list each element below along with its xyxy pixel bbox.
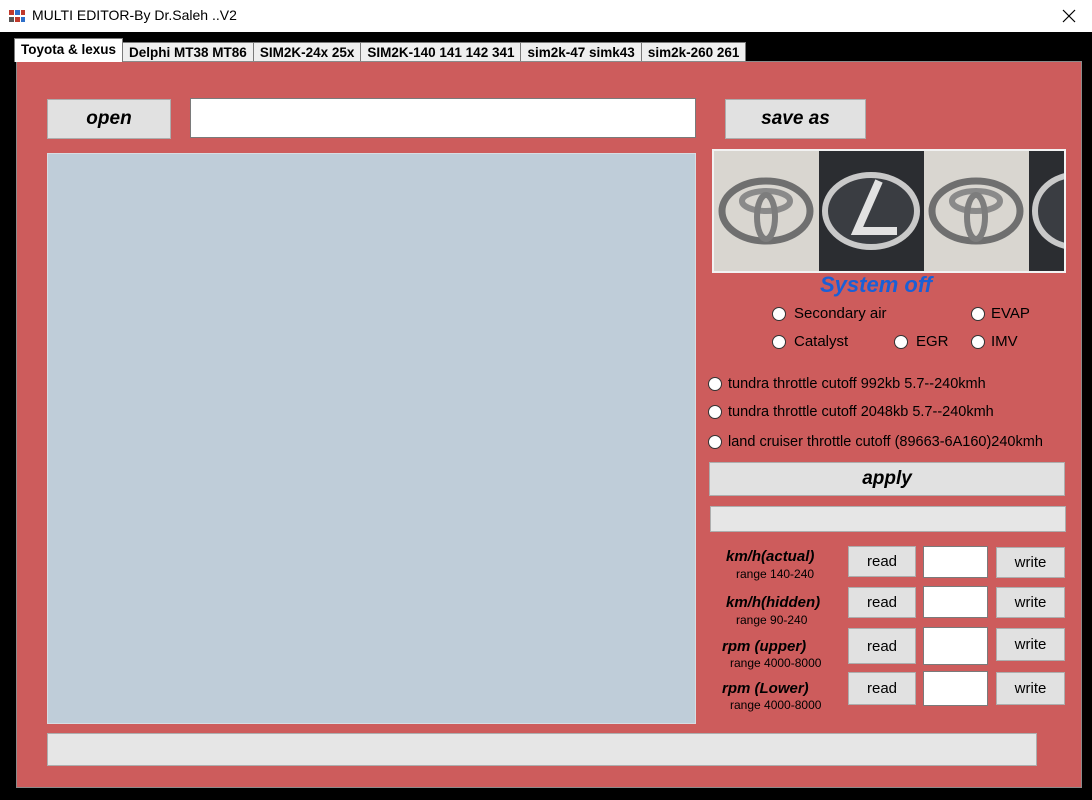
radio-label: land cruiser throttle cutoff (89663-6A16…: [728, 434, 1043, 450]
write-kmh-actual-button[interactable]: write: [996, 547, 1065, 578]
app-icon: [9, 10, 25, 22]
param-range-kmh-actual: range 140-240: [736, 567, 815, 581]
param-label-rpm-upper: rpm (upper): [722, 638, 807, 655]
lexus-logo-icon: [819, 151, 924, 271]
write-rpm-upper-button[interactable]: write: [996, 628, 1065, 661]
toyota-logo-icon: [714, 151, 819, 271]
read-rpm-lower-button[interactable]: read: [848, 672, 916, 705]
radio-egr[interactable]: EGR: [894, 333, 949, 350]
radio-label: Catalyst: [794, 333, 849, 350]
kmh-actual-input[interactable]: [923, 546, 988, 578]
progress-bar: [710, 506, 1066, 532]
close-button[interactable]: [1046, 0, 1092, 32]
radio-tundra-992kb[interactable]: tundra throttle cutoff 992kb 5.7--240kmh: [708, 376, 986, 392]
tab-strip: Toyota & lexus Delphi MT38 MT86 SIM2K-24…: [14, 38, 747, 62]
param-range-rpm-lower: range 4000-8000: [730, 698, 822, 712]
bottom-status-bar: [47, 733, 1037, 766]
tab-sim2k-140[interactable]: SIM2K-140 141 142 341: [360, 42, 522, 62]
apply-button[interactable]: apply: [709, 462, 1065, 496]
tab-toyota-lexus[interactable]: Toyota & lexus: [14, 38, 124, 62]
radio-label: EGR: [916, 333, 949, 350]
close-icon: [1062, 9, 1076, 23]
radio-catalyst[interactable]: Catalyst: [772, 333, 848, 350]
radio-circle[interactable]: [772, 306, 786, 321]
brand-logo-strip: [712, 149, 1066, 273]
radio-circle[interactable]: [894, 334, 908, 349]
open-button[interactable]: open: [47, 99, 171, 139]
param-range-kmh-hidden: range 90-240: [736, 613, 808, 627]
file-path-input[interactable]: [190, 98, 696, 138]
radio-circle[interactable]: [708, 377, 722, 391]
rpm-lower-input[interactable]: [923, 671, 988, 706]
radio-circle[interactable]: [971, 334, 985, 349]
radio-circle[interactable]: [708, 435, 722, 449]
radio-label: EVAP: [991, 305, 1030, 322]
radio-label: Secondary air: [794, 305, 887, 322]
toyota-logo-icon-2: [924, 151, 1029, 271]
radio-label: tundra throttle cutoff 2048kb 5.7--240km…: [728, 404, 994, 420]
read-kmh-actual-button[interactable]: read: [848, 546, 916, 577]
read-rpm-upper-button[interactable]: read: [848, 628, 916, 664]
kmh-hidden-input[interactable]: [923, 586, 988, 618]
param-label-kmh-hidden: km/h(hidden): [726, 594, 821, 611]
param-label-kmh-actual: km/h(actual): [726, 548, 815, 565]
tab-delphi[interactable]: Delphi MT38 MT86: [122, 42, 254, 62]
lexus-logo-icon-2: [1029, 151, 1064, 271]
rpm-upper-input[interactable]: [923, 627, 988, 665]
radio-label: tundra throttle cutoff 992kb 5.7--240kmh: [728, 376, 986, 392]
radio-circle[interactable]: [708, 405, 722, 419]
radio-circle[interactable]: [971, 306, 985, 321]
radio-imv[interactable]: IMV: [971, 333, 1018, 350]
radio-label: IMV: [991, 333, 1018, 350]
radio-tundra-2048kb[interactable]: tundra throttle cutoff 2048kb 5.7--240km…: [708, 404, 994, 420]
tab-sim2k-24x[interactable]: SIM2K-24x 25x: [252, 42, 362, 62]
radio-secondary-air[interactable]: Secondary air: [772, 305, 887, 322]
tab-sim2k-47[interactable]: sim2k-47 simk43: [520, 42, 642, 62]
editor-area[interactable]: [47, 153, 696, 724]
system-status-text: System off: [820, 272, 933, 297]
write-rpm-lower-button[interactable]: write: [996, 672, 1065, 705]
tab-sim2k-260[interactable]: sim2k-260 261: [640, 42, 747, 62]
title-bar: MULTI EDITOR-By Dr.Saleh ..V2: [0, 0, 1092, 32]
radio-evap[interactable]: EVAP: [971, 305, 1030, 322]
param-label-rpm-lower: rpm (Lower): [722, 680, 809, 697]
save-as-button[interactable]: save as: [725, 99, 866, 139]
param-range-rpm-upper: range 4000-8000: [730, 656, 822, 670]
write-kmh-hidden-button[interactable]: write: [996, 587, 1065, 618]
window-title: MULTI EDITOR-By Dr.Saleh ..V2: [32, 7, 237, 23]
read-kmh-hidden-button[interactable]: read: [848, 587, 916, 618]
radio-circle[interactable]: [772, 334, 786, 349]
radio-land-cruiser[interactable]: land cruiser throttle cutoff (89663-6A16…: [708, 434, 1043, 450]
